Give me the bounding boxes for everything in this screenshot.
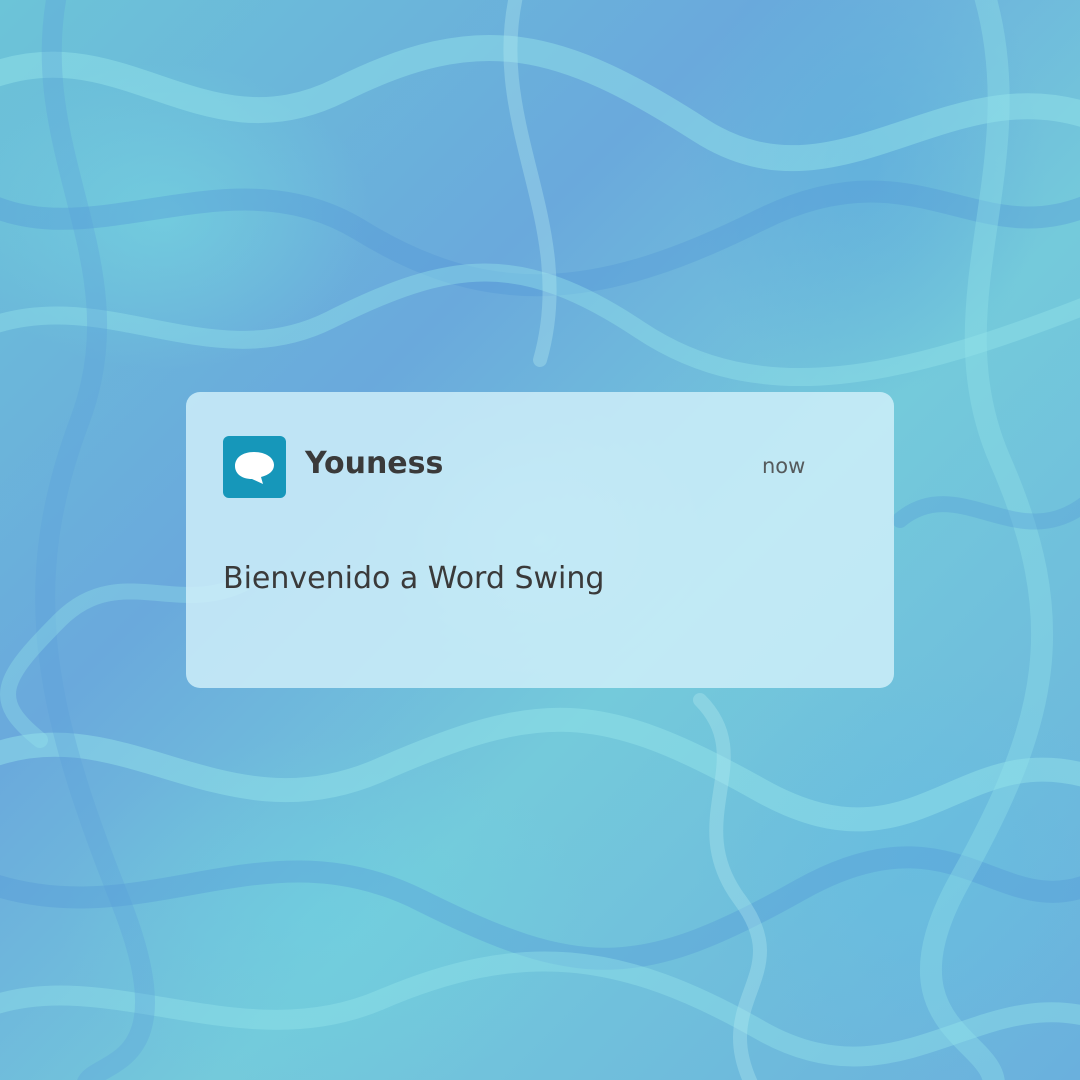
notification-time: now [762,454,806,478]
chat-bubble-icon [223,436,286,498]
notification-card[interactable]: Youness now Bienvenido a Word Swing [186,392,894,688]
notification-message: Bienvenido a Word Swing [223,561,605,596]
sender-name: Youness [305,446,444,481]
